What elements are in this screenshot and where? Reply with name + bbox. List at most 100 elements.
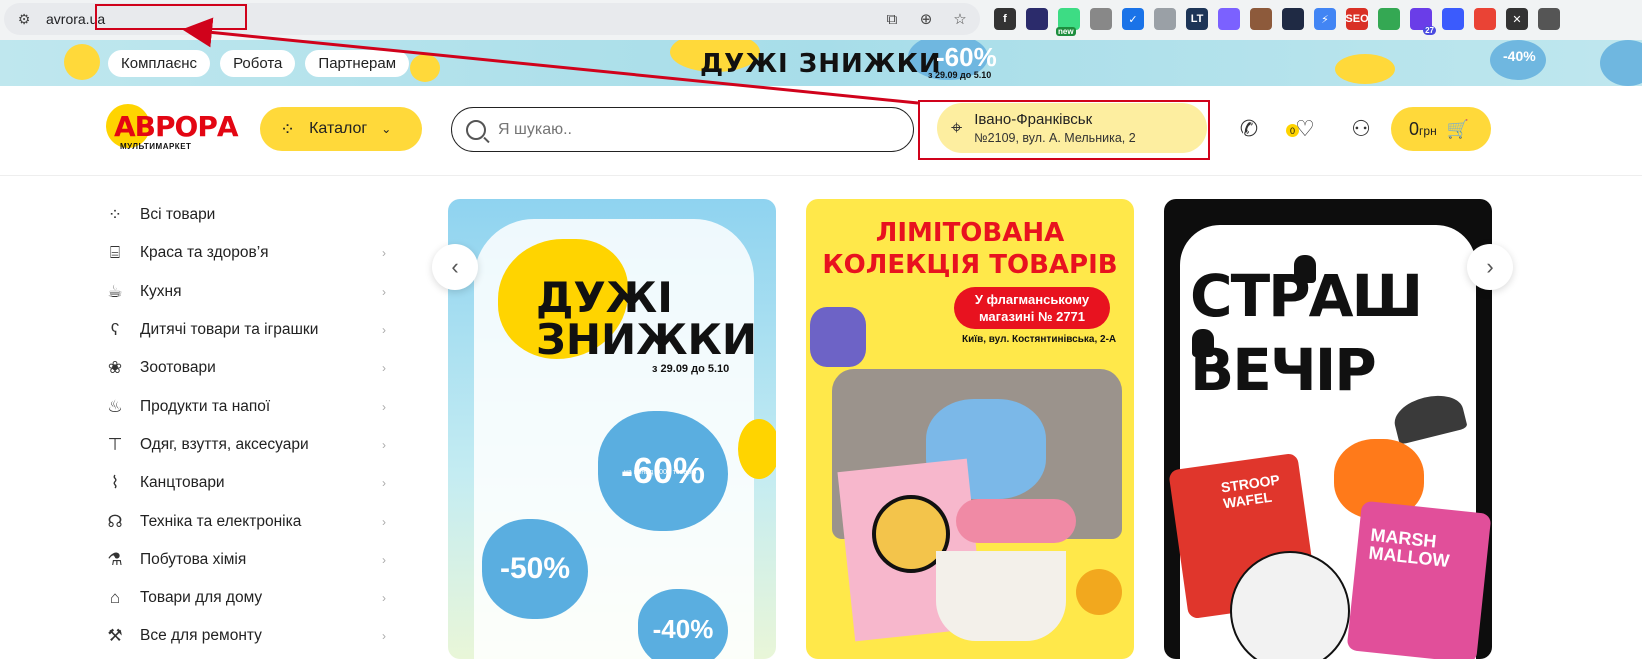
tasks-icon[interactable]: 27 — [1410, 8, 1436, 35]
sidebar-item[interactable]: ⌂ Товари для дому › — [104, 579, 394, 617]
decor-blob — [64, 44, 100, 80]
sidebar-item-label: Товари для дому — [140, 589, 263, 607]
search-box[interactable] — [451, 107, 914, 152]
extension-label: ✕ — [1512, 13, 1522, 26]
banner-carousel: ДУЖІ ЗНИЖКИ з 29.09 до 5.10 -60% на понад… — [448, 199, 1492, 659]
chevron-right-icon: › — [382, 246, 386, 261]
product-package-image: MARSH MALLOW — [1346, 500, 1492, 659]
decor-blob — [1600, 40, 1642, 86]
cosmetics-icon: ⌸ — [109, 243, 121, 263]
wappalyzer-icon[interactable]: ⚡ — [1314, 8, 1336, 30]
promo-dates: з 29.09 до 5.10 — [928, 70, 992, 80]
extension-label: ⚡ — [1321, 13, 1329, 26]
zoom-icon[interactable]: ⊕ — [916, 9, 936, 29]
food-icon: ♨ — [107, 396, 123, 416]
catalog-button[interactable]: ⁘ Каталог ⌄ — [260, 107, 422, 151]
chevron-right-icon: › — [382, 361, 386, 376]
gear-purple-icon[interactable] — [1218, 8, 1240, 30]
catalog-label: Каталог — [309, 120, 368, 137]
sidebar-item[interactable]: ⊤ Одяг, взуття, аксесуари › — [104, 426, 394, 464]
promo-banner[interactable]: Комплаєнс Робота Партнерам ДУЖІ ЗНИЖКИ -… — [0, 40, 1642, 86]
sidebar-item[interactable]: ⚗ Побутова хімія › — [104, 541, 394, 579]
camera-icon[interactable] — [1090, 8, 1112, 30]
tshirt-icon: ⊤ — [107, 434, 123, 454]
decor-blob — [1335, 54, 1395, 84]
sidebar-item[interactable]: ♨ Продукти та напої › — [104, 387, 394, 425]
discount-badge: -50% — [482, 519, 588, 619]
user-icon[interactable]: ⚇ — [1348, 116, 1374, 142]
chevron-right-icon: › — [382, 591, 386, 606]
banner-card[interactable]: ДУЖІ ЗНИЖКИ з 29.09 до 5.10 -60% на понад… — [448, 199, 776, 659]
chevron-right-icon: › — [382, 476, 386, 491]
ghost-icon — [1294, 255, 1316, 283]
extensions-bar: f new ✓ LT ⚡ SEO 27 ✕ — [994, 8, 1560, 36]
seo-icon[interactable]: SEO — [1345, 8, 1369, 30]
carousel-prev-button[interactable]: ‹ — [432, 244, 478, 290]
cup-icon: ☕ — [107, 281, 123, 301]
install-app-icon[interactable]: ⧉ — [882, 9, 902, 29]
discount-badge-note: на понад 1000 товарів — [624, 469, 697, 476]
heart-icon[interactable]: ♡ 0 — [1286, 116, 1318, 142]
sidebar-item[interactable]: ⌸ Краса та здоров’я › — [104, 234, 394, 272]
logo[interactable]: АВРОРА МУЛЬТИМАРКЕТ — [106, 104, 239, 154]
carousel-next-button[interactable]: › — [1467, 244, 1513, 290]
sidebar-item-label: Все для ремонту — [140, 627, 262, 645]
chevron-down-icon: ⌄ — [381, 122, 392, 136]
sidebar-item[interactable]: ☕ Кухня › — [104, 273, 394, 311]
google-icon[interactable] — [1474, 8, 1496, 30]
decor-shape — [810, 307, 866, 367]
lt-icon[interactable]: LT — [1186, 8, 1208, 30]
cookie-icon[interactable] — [1250, 8, 1272, 30]
mug-image — [936, 551, 1066, 641]
sidebar-item[interactable]: ⌇ Канцтовари › — [104, 464, 394, 502]
scissors-icon[interactable] — [1154, 8, 1176, 30]
picture-icon[interactable] — [1378, 8, 1400, 30]
sidebar-item-label: Зоотовари — [140, 359, 216, 377]
phone-icon[interactable]: ✆ — [1236, 116, 1262, 142]
extension-label: ✓ — [1128, 13, 1138, 26]
paperclip-icon: ⌇ — [110, 473, 120, 493]
halfmoon-icon[interactable] — [1026, 8, 1048, 30]
sidebar-item[interactable]: ❀ Зоотовари › — [104, 349, 394, 387]
sidebar-item-label: Побутова хімія — [140, 550, 247, 568]
chevron-right-icon: › — [382, 514, 386, 529]
puzzle-icon[interactable] — [1538, 8, 1560, 30]
android-icon[interactable]: new — [1056, 8, 1080, 36]
hex-icon[interactable] — [1282, 8, 1304, 30]
link-compliance[interactable]: Комплаєнс — [108, 50, 211, 77]
banner-card[interactable]: СТРАШ ВЕЧІР STROOP WAFEL MARSH MALLOW — [1164, 199, 1492, 659]
teddy-bear-icon: ʕ — [110, 320, 120, 340]
link-partners[interactable]: Партнерам — [305, 50, 410, 77]
decor-blob — [410, 54, 440, 82]
annotation-box-url — [95, 4, 247, 30]
logo-text: АВРОРА — [114, 110, 239, 143]
banner-card[interactable]: ЛІМІТОВАНА КОЛЕКЦІЯ ТОВАРІВ У флагмансько… — [806, 199, 1134, 659]
site-info-icon[interactable]: ⚙ — [10, 5, 38, 33]
search-input[interactable] — [498, 120, 878, 139]
banner-pill: У флагманському магазині № 2771 — [954, 287, 1110, 329]
extension-badge: 27 — [1423, 26, 1436, 35]
checkbox-icon[interactable]: ✓ — [1122, 8, 1144, 30]
favorites-count: 0 — [1286, 124, 1299, 137]
link-jobs[interactable]: Робота — [220, 50, 296, 77]
site-header: АВРОРА МУЛЬТИМАРКЕТ ⁘ Каталог ⌄ ⌖ Івано-… — [0, 86, 1642, 176]
bookmark-star-icon[interactable]: ☆ — [950, 9, 970, 29]
chevron-left-icon: ‹ — [451, 254, 459, 279]
circle-blue-icon[interactable] — [1442, 8, 1464, 30]
sidebar-item[interactable]: ʕ Дитячі товари та іграшки › — [104, 311, 394, 349]
sidebar-item[interactable]: ☊ Техніка та електроніка › — [104, 502, 394, 540]
sofa-icon: ⌂ — [109, 588, 121, 608]
sidebar-item[interactable]: ⁘ Всі товари — [104, 196, 394, 234]
sunflower-image — [1076, 569, 1122, 615]
chevron-right-icon: › — [382, 284, 386, 299]
category-sidebar: ⁘ Всі товари ⌸ Краса та здоров’я › ☕ Кухня › ʕ Ди… — [104, 196, 394, 656]
grid-icon: ⁘ — [280, 118, 296, 139]
grid-icon: ⁘ — [107, 205, 123, 225]
close-x-icon[interactable]: ✕ — [1506, 8, 1528, 30]
promo-discount-badge-2: -40% — [1503, 48, 1536, 64]
sidebar-item-label: Дитячі товари та іграшки — [140, 321, 319, 339]
fx-icon[interactable]: f — [994, 8, 1016, 30]
banner-address: Київ, вул. Костянтинівська, 2-А — [962, 334, 1117, 345]
cart-button[interactable]: 0грн 🛒 — [1391, 107, 1491, 151]
extension-badge: new — [1056, 27, 1076, 36]
